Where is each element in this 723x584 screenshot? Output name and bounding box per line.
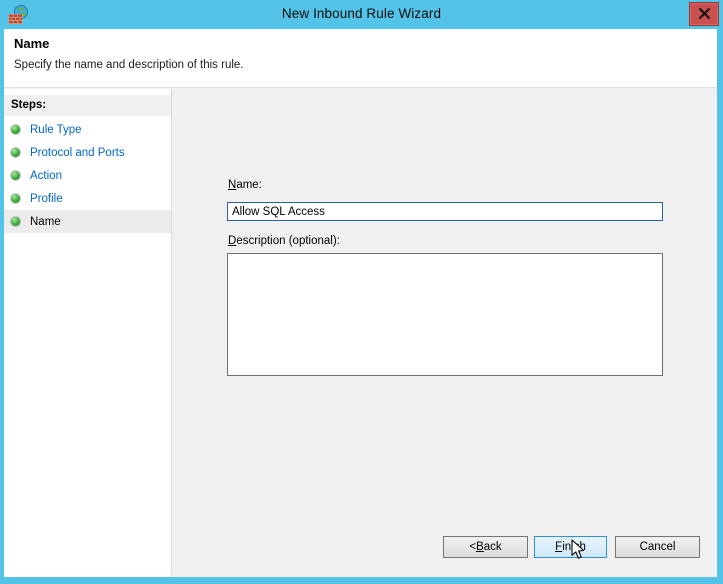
sidebar-item-rule-type[interactable]: Rule Type [4, 118, 171, 141]
steps-sidebar: Steps: Rule Type Protocol and Ports Acti… [4, 89, 172, 577]
wizard-page-header: Name Specify the name and description of… [4, 29, 717, 88]
back-label-accesskey: B [476, 541, 484, 553]
cancel-button[interactable]: Cancel [615, 536, 700, 558]
back-button[interactable]: < Back [443, 536, 528, 558]
finish-label-text: inish [562, 541, 586, 553]
step-bullet-icon [11, 125, 20, 134]
page-title: Name [14, 36, 49, 51]
step-label: Action [30, 170, 62, 182]
wizard-body: Steps: Rule Type Protocol and Ports Acti… [4, 89, 717, 577]
cancel-label-text: Cancel [640, 541, 676, 553]
finish-label-accesskey: F [555, 541, 562, 553]
wizard-window: New Inbound Rule Wizard Name Specify the… [0, 0, 723, 584]
step-bullet-icon [11, 148, 20, 157]
form-panel: Name: Description (optional): < Back Fin… [173, 89, 717, 577]
step-bullet-icon [11, 217, 20, 226]
step-label: Rule Type [30, 124, 82, 136]
steps-heading: Steps: [4, 95, 171, 116]
page-subtitle: Specify the name and description of this… [14, 59, 244, 71]
window-title: New Inbound Rule Wizard [0, 6, 723, 21]
description-label-text: escription (optional): [236, 235, 340, 247]
close-button[interactable] [689, 2, 719, 26]
sidebar-item-profile[interactable]: Profile [4, 187, 171, 210]
name-label-text: ame: [236, 179, 262, 191]
name-field-label: Name: [228, 179, 262, 191]
rule-name-input[interactable] [227, 202, 663, 221]
dialog-surface: Name Specify the name and description of… [4, 29, 717, 577]
back-label-text: ack [484, 541, 502, 553]
sidebar-item-action[interactable]: Action [4, 164, 171, 187]
step-label: Protocol and Ports [30, 147, 125, 159]
finish-button[interactable]: Finish [534, 536, 607, 558]
step-label: Name [30, 216, 61, 228]
step-bullet-icon [11, 171, 20, 180]
steps-list: Rule Type Protocol and Ports Action Prof… [4, 118, 171, 233]
step-bullet-icon [11, 194, 20, 203]
sidebar-item-name[interactable]: Name [4, 210, 171, 233]
titlebar: New Inbound Rule Wizard [0, 0, 723, 29]
back-label-pre: < [469, 541, 476, 553]
rule-description-textarea[interactable] [227, 253, 663, 376]
sidebar-item-protocol-and-ports[interactable]: Protocol and Ports [4, 141, 171, 164]
description-field-label: Description (optional): [228, 235, 340, 247]
step-label: Profile [30, 193, 63, 205]
close-icon [699, 7, 710, 22]
